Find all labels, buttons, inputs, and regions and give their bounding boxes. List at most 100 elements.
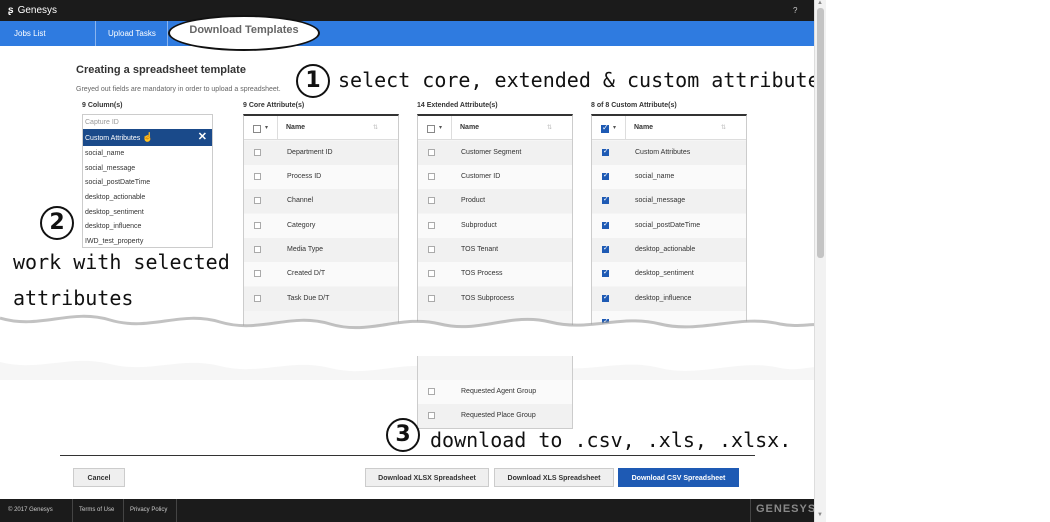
row-checkbox[interactable]	[254, 246, 261, 253]
table-row[interactable]: Channel	[244, 189, 398, 213]
core-heading: 9 Core Attribute(s)	[243, 102, 305, 109]
row-checkbox[interactable]	[428, 222, 435, 229]
row-label: Requested Place Group	[461, 412, 536, 419]
tab-bar: Jobs List Upload Tasks	[0, 21, 814, 46]
help-icon[interactable]: ?	[793, 6, 797, 15]
column-item-label: Custom Attributes	[85, 135, 141, 142]
list-item[interactable]: desktop_sentiment	[85, 209, 144, 216]
list-item[interactable]: social_name	[85, 150, 124, 157]
list-item[interactable]: social_postDateTime	[85, 179, 150, 186]
chevron-down-icon[interactable]: ▾	[439, 124, 442, 131]
extended-select-all-checkbox[interactable]	[427, 125, 435, 133]
row-checkbox[interactable]	[428, 246, 435, 253]
row-checkbox[interactable]	[602, 268, 609, 277]
table-row[interactable]: Created D/T	[244, 262, 398, 286]
table-row[interactable]: Requested Place Group	[418, 404, 572, 428]
table-row[interactable]: TOS Tenant	[418, 238, 572, 262]
page-scrollbar[interactable]: ▲ ▼	[814, 0, 826, 522]
table-row[interactable]: social_name	[592, 165, 746, 189]
table-row[interactable]: social_postDateTime	[592, 214, 746, 238]
row-checkbox[interactable]	[428, 197, 435, 204]
table-row[interactable]: Category	[244, 214, 398, 238]
page-title: Creating a spreadsheet template	[76, 64, 246, 76]
tab-jobs-list[interactable]: Jobs List	[0, 21, 96, 46]
callout-3-text: download to .csv, .xls, .xlsx.	[430, 428, 792, 452]
row-label: desktop_sentiment	[635, 270, 694, 277]
cancel-button[interactable]: Cancel	[73, 468, 125, 487]
row-checkbox[interactable]	[428, 388, 435, 395]
tab-upload-tasks[interactable]: Upload Tasks	[96, 21, 168, 46]
table-row[interactable]: Media Type	[244, 238, 398, 262]
row-checkbox[interactable]	[428, 412, 435, 419]
row-checkbox[interactable]	[254, 149, 261, 156]
table-row[interactable]: Custom Attributes	[592, 141, 746, 165]
table-row[interactable]: Process ID	[244, 165, 398, 189]
extended-name-header[interactable]: Name	[460, 124, 479, 131]
privacy-link[interactable]: Privacy Policy	[130, 507, 167, 513]
brand-name: Genesys	[17, 5, 58, 16]
table-row[interactable]: desktop_sentiment	[592, 262, 746, 286]
list-item[interactable]: social_message	[85, 165, 135, 172]
extended-heading: 14 Extended Attribute(s)	[417, 102, 498, 109]
download-xlsx-button[interactable]: Download XLSX Spreadsheet	[365, 468, 489, 487]
row-checkbox[interactable]	[428, 270, 435, 277]
row-checkbox[interactable]	[254, 173, 261, 180]
tab-download-templates[interactable]: Download Templates	[168, 15, 320, 51]
table-row[interactable]: TOS Process	[418, 262, 572, 286]
row-checkbox[interactable]	[602, 171, 609, 180]
scroll-up-icon[interactable]: ▲	[817, 0, 823, 6]
row-checkbox[interactable]	[602, 195, 609, 204]
row-checkbox[interactable]	[428, 149, 435, 156]
sort-icon[interactable]: ⇅	[373, 124, 378, 131]
chevron-down-icon[interactable]: ▾	[613, 124, 616, 131]
core-select-all-checkbox[interactable]	[253, 125, 261, 133]
row-checkbox[interactable]	[254, 222, 261, 229]
row-label: Channel	[287, 197, 314, 204]
row-checkbox[interactable]	[428, 173, 435, 180]
custom-name-header[interactable]: Name	[634, 124, 653, 131]
row-label: Process ID	[287, 173, 322, 180]
callout-2-line1: work with selected	[13, 250, 230, 274]
row-checkbox[interactable]	[254, 270, 261, 277]
divider	[176, 499, 177, 522]
table-row[interactable]: Customer Segment	[418, 141, 572, 165]
row-checkbox[interactable]	[602, 220, 609, 229]
footer-divider	[60, 455, 755, 456]
scrollbar-thumb[interactable]	[817, 8, 824, 258]
divider	[750, 499, 751, 522]
columns-list[interactable]: Capture ID Custom Attributes ☝ ✕ social_…	[82, 114, 213, 248]
sort-icon[interactable]: ⇅	[721, 124, 726, 131]
custom-select-all-checkbox[interactable]	[601, 123, 609, 133]
row-checkbox[interactable]	[254, 197, 261, 204]
table-row[interactable]: Department ID	[244, 141, 398, 165]
table-row[interactable]: Product	[418, 189, 572, 213]
table-row[interactable]: Requested Agent Group	[418, 380, 572, 404]
row-label: Media Type	[287, 246, 324, 253]
list-item[interactable]: desktop_actionable	[85, 194, 145, 201]
table-row[interactable]: Customer ID	[418, 165, 572, 189]
row-checkbox[interactable]	[602, 147, 609, 156]
chevron-down-icon[interactable]: ▾	[265, 124, 268, 131]
download-csv-button[interactable]: Download CSV Spreadsheet	[618, 468, 739, 487]
callout-3-badge: 3	[386, 418, 420, 452]
copyright-text: © 2017 Genesys	[8, 507, 53, 513]
list-item[interactable]: desktop_influence	[85, 223, 141, 230]
remove-column-icon[interactable]: ✕	[198, 129, 207, 146]
sort-icon[interactable]: ⇅	[547, 124, 552, 131]
scroll-down-icon[interactable]: ▼	[817, 512, 823, 518]
row-label: Category	[287, 222, 316, 229]
terms-link[interactable]: Terms of Use	[79, 507, 114, 513]
row-label: Subproduct	[461, 222, 497, 229]
row-checkbox[interactable]	[602, 244, 609, 253]
column-item-selected[interactable]: Custom Attributes ☝ ✕	[83, 129, 212, 146]
callout-1-text: select core, extended & custom attribute…	[338, 68, 826, 92]
row-label: Customer ID	[461, 173, 501, 180]
page-subtitle: Greyed out fields are mandatory in order…	[76, 86, 281, 93]
table-row[interactable]: desktop_actionable	[592, 238, 746, 262]
core-name-header[interactable]: Name	[286, 124, 305, 131]
list-item[interactable]: IWD_test_property	[85, 238, 143, 245]
table-row[interactable]: social_message	[592, 189, 746, 213]
extended-table-header: ▾ Name ⇅	[418, 116, 572, 140]
download-xls-button[interactable]: Download XLS Spreadsheet	[494, 468, 614, 487]
table-row[interactable]: Subproduct	[418, 214, 572, 238]
